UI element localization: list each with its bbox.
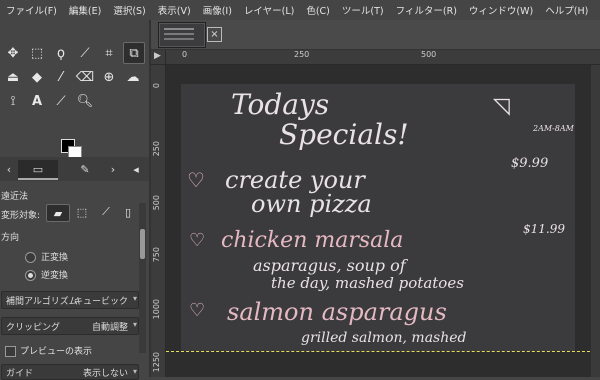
- clipping-label: クリッピング: [6, 323, 61, 333]
- perspective-tool-icon[interactable]: ⧉: [123, 42, 145, 64]
- guide-value: 表示しない: [82, 369, 128, 379]
- backward-radio[interactable]: [25, 270, 36, 281]
- clipping-value: 自動調整: [91, 323, 128, 333]
- move-tool-icon[interactable]: ✥: [3, 43, 23, 63]
- horizontal-ruler[interactable]: 0 250 500: [166, 50, 600, 65]
- toolbox: ✥ ⬚ ϙ ⟋ ⌗ ⧉ ⏏ ◆ ⁄ ⌫ ⊕ ☁ ⟟ A ⟋ 🔍︎ ‹ ▭ ✎ ›…: [0, 20, 150, 380]
- color-picker-tool-icon[interactable]: ⟋: [51, 91, 71, 111]
- clone-tool-icon[interactable]: ⊕: [99, 67, 119, 87]
- v-ruler-label: 750: [152, 247, 161, 263]
- transform-layer-icon[interactable]: ▰: [46, 204, 70, 222]
- menu-layer[interactable]: レイヤー(L): [238, 3, 300, 17]
- tool-options-panel: 遠近法 変形対象: ▰ ⬚ ⟋ ▯ 方向 正変換 逆変換 補間アルゴリズム キュ…: [0, 183, 150, 380]
- clipping-select[interactable]: クリッピング 自動調整 ▾: [1, 317, 139, 335]
- interpolation-select[interactable]: 補間アルゴリズム キュービック ▾: [1, 291, 139, 309]
- guide-select[interactable]: ガイド 表示しない ▾: [1, 364, 139, 380]
- chalkboard-image: Todays Specials! ◹ 2AM-8AM ♡ create your…: [181, 84, 575, 351]
- interpolation-value: キュービック: [73, 297, 128, 307]
- dock-tabs: ‹ ▭ ✎ › ◂: [0, 157, 150, 181]
- image-tabs: ×: [151, 20, 600, 50]
- selection-boundary: [166, 351, 600, 352]
- image-text-item3: salmon asparagus: [227, 298, 447, 326]
- warp-tool-icon[interactable]: ⏏: [3, 67, 23, 87]
- tool-options-title: 遠近法: [1, 192, 29, 202]
- h-ruler-label: 0: [182, 50, 188, 59]
- interpolation-label: 補間アルゴリズム: [6, 297, 78, 307]
- rect-select-tool-icon[interactable]: ⬚: [27, 43, 47, 63]
- bucket-fill-tool-icon[interactable]: ◆: [27, 67, 47, 87]
- zoom-tool-icon[interactable]: 🔍︎: [75, 91, 95, 111]
- v-ruler-label: 0: [152, 83, 161, 89]
- h-ruler-label: 500: [421, 50, 437, 59]
- close-icon[interactable]: ×: [207, 27, 222, 42]
- image-text-item2desc1: asparagus, soup of: [253, 256, 406, 275]
- v-ruler-label: 1000: [152, 299, 161, 320]
- menu-edit[interactable]: 編集(E): [63, 3, 107, 17]
- options-scrollbar-thumb[interactable]: [140, 229, 145, 259]
- menu-bar: ファイル(F) 編集(E) 選択(S) 表示(V) 画像(I) レイヤー(L) …: [0, 0, 600, 21]
- device-status-tab-icon[interactable]: ✎: [70, 160, 100, 178]
- chevron-down-icon: ▾: [132, 320, 137, 329]
- image-text-title2: Specials!: [279, 118, 409, 151]
- h-ruler-label: 250: [294, 50, 310, 59]
- menu-select[interactable]: 選択(S): [107, 3, 151, 17]
- transform-image-icon[interactable]: ▯: [120, 204, 136, 220]
- direction-label: 方向: [1, 233, 20, 243]
- transform-path-icon[interactable]: ⟋: [96, 204, 116, 220]
- chevron-left-icon[interactable]: ‹: [2, 160, 16, 178]
- image-text-item2: chicken marsala: [221, 228, 404, 253]
- image-text-item1b: own pizza: [251, 190, 372, 218]
- image-canvas[interactable]: Todays Specials! ◹ 2AM-8AM ♡ create your…: [166, 65, 600, 377]
- image-text-item2desc2: the day, mashed potatoes: [271, 274, 464, 292]
- heart-icon: ♡: [187, 168, 205, 192]
- v-ruler-label: 500: [152, 195, 161, 211]
- chevron-down-icon: ▾: [132, 367, 137, 376]
- text-tool-icon[interactable]: A: [27, 91, 47, 111]
- v-ruler-label: 250: [152, 141, 161, 157]
- canvas-scrollbar[interactable]: [591, 65, 600, 377]
- menu-colors[interactable]: 色(C): [300, 3, 336, 17]
- menu-view[interactable]: 表示(V): [152, 3, 197, 17]
- image-text-title: Todays: [231, 88, 330, 121]
- pizza-icon: ◹: [493, 94, 510, 119]
- heart-icon: ♡: [189, 230, 206, 251]
- smudge-tool-icon[interactable]: ☁: [123, 67, 143, 87]
- image-text-price2: $11.99: [523, 222, 565, 236]
- chevron-right-icon[interactable]: ›: [106, 160, 120, 178]
- crop-tool-icon[interactable]: ⌗: [99, 43, 119, 63]
- menu-windows[interactable]: ウィンドウ(W): [463, 3, 539, 17]
- lasso-tool-icon[interactable]: ϙ: [51, 43, 71, 63]
- menu-tools[interactable]: ツール(T): [336, 3, 390, 17]
- guide-label: ガイド: [6, 369, 34, 379]
- tool-options-tab-icon[interactable]: ▭: [18, 160, 58, 180]
- paintbrush-tool-icon[interactable]: ⁄: [51, 67, 71, 87]
- preview-label: プレビューの表示: [20, 347, 93, 357]
- quick-mask-icon: ▶: [154, 51, 161, 61]
- ruler-corner[interactable]: ▶: [151, 50, 166, 65]
- menu-image[interactable]: 画像(I): [197, 3, 238, 17]
- image-text-price1: $9.99: [511, 156, 549, 171]
- chevron-down-icon: ▾: [132, 294, 137, 303]
- menu-help[interactable]: ヘルプ(H): [539, 3, 594, 17]
- image-text-item3desc: grilled salmon, mashed: [301, 330, 467, 346]
- transform-label: 変形対象:: [1, 211, 41, 221]
- tab-menu-icon[interactable]: ◂: [128, 160, 144, 178]
- image-text-note: 2AM-8AM: [533, 124, 574, 133]
- transform-selection-icon[interactable]: ⬚: [72, 204, 92, 220]
- backward-label: 逆変換: [41, 271, 69, 281]
- image-tab-thumbnail[interactable]: [158, 22, 206, 48]
- menu-filters[interactable]: フィルター(R): [390, 3, 463, 17]
- eraser-tool-icon[interactable]: ⌫: [75, 67, 95, 87]
- forward-radio[interactable]: [25, 252, 36, 263]
- heart-icon: ♡: [189, 300, 206, 321]
- menu-file[interactable]: ファイル(F): [0, 3, 63, 17]
- vertical-ruler[interactable]: 0 250 500 750 1000 1250: [151, 65, 166, 377]
- paths-tool-icon[interactable]: ⟟: [3, 91, 23, 111]
- v-ruler-label: 1250: [152, 352, 161, 373]
- preview-checkbox[interactable]: [5, 346, 16, 357]
- fuzzy-select-tool-icon[interactable]: ⟋: [75, 43, 95, 63]
- forward-label: 正変換: [41, 253, 69, 263]
- options-scrollbar[interactable]: [139, 203, 146, 353]
